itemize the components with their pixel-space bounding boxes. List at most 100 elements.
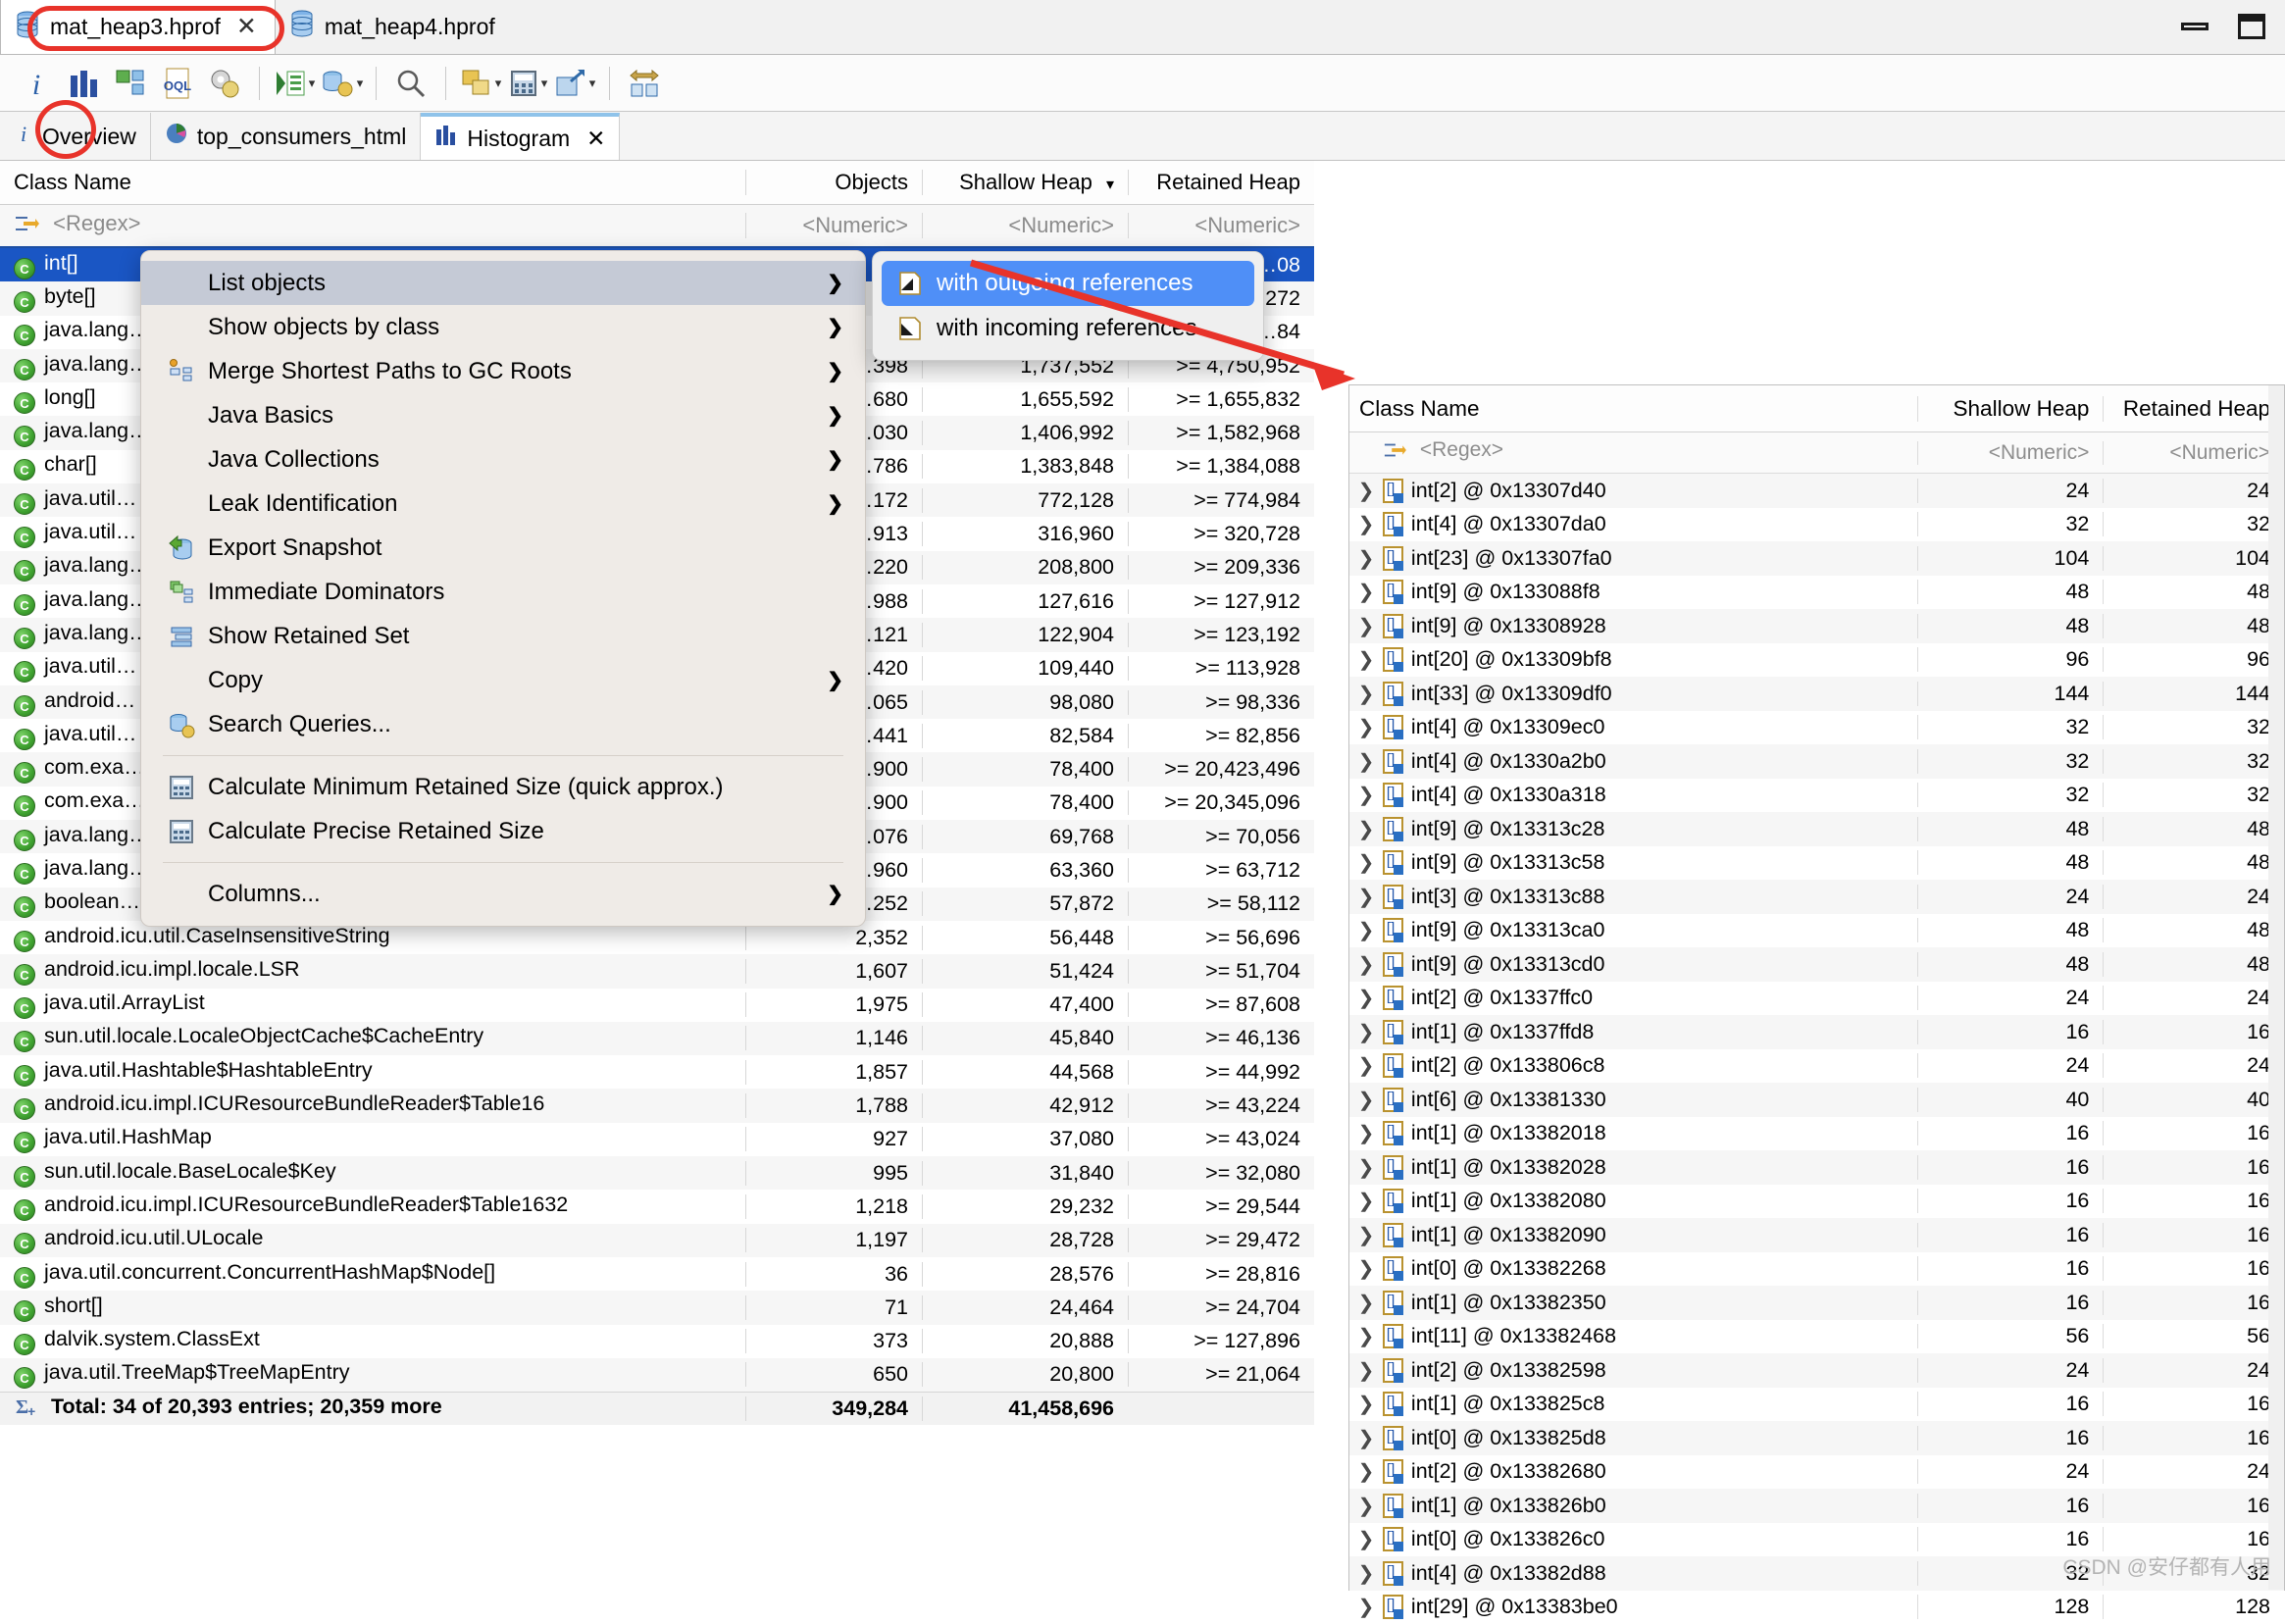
- histogram-button[interactable]: [61, 61, 106, 106]
- vertical-scrollbar[interactable]: [2268, 385, 2284, 1590]
- menu-item-search-queries[interactable]: Search Queries...: [141, 702, 865, 746]
- run-expert-system-button[interactable]: ▾: [272, 61, 317, 106]
- expand-chevron-icon[interactable]: ❯: [1349, 918, 1383, 942]
- table-row[interactable]: ❯[]int[4] @ 0x13309ec03232: [1349, 711, 2284, 745]
- chevron-down-icon[interactable]: ▾: [495, 76, 502, 91]
- oql-button[interactable]: OQL: [155, 61, 200, 106]
- table-row[interactable]: ❯[]int[23] @ 0x13307fa0104104: [1349, 541, 2284, 576]
- expand-chevron-icon[interactable]: ❯: [1349, 1527, 1383, 1551]
- chevron-down-icon[interactable]: ▾: [589, 76, 596, 91]
- minimize-icon[interactable]: [2181, 23, 2209, 30]
- heap-query-button[interactable]: ▾: [319, 61, 364, 106]
- table-row[interactable]: ❯[]int[1] @ 0x133826b01616: [1349, 1489, 2284, 1523]
- chevron-down-icon[interactable]: ▾: [357, 76, 364, 91]
- table-row[interactable]: ❯[]int[9] @ 0x13313ca04848: [1349, 914, 2284, 948]
- expand-chevron-icon[interactable]: ❯: [1349, 783, 1383, 807]
- column-header-shallow-heap[interactable]: Shallow Heap: [1917, 396, 2104, 422]
- find-object-button[interactable]: [388, 61, 433, 106]
- filter-objects[interactable]: <Numeric>: [745, 213, 922, 238]
- menu-item-list-objects[interactable]: List objects❯: [141, 261, 865, 305]
- expand-chevron-icon[interactable]: ❯: [1349, 1392, 1383, 1416]
- expand-chevron-icon[interactable]: ❯: [1349, 1155, 1383, 1180]
- table-row[interactable]: ❯[]int[4] @ 0x1330a2b03232: [1349, 744, 2284, 779]
- expand-chevron-icon[interactable]: ❯: [1349, 1426, 1383, 1450]
- table-row[interactable]: Cdalvik.system.ClassExt37320,888>= 127,8…: [0, 1325, 1314, 1358]
- table-row[interactable]: ❯[]int[9] @ 0x13313c584848: [1349, 846, 2284, 881]
- tab-top_consumers_html[interactable]: top_consumers_html: [151, 113, 422, 160]
- expand-chevron-icon[interactable]: ❯: [1349, 952, 1383, 977]
- menu-item-calculate-precise-retained-size[interactable]: Calculate Precise Retained Size: [141, 809, 865, 853]
- table-row[interactable]: ❯[]int[1] @ 0x133820901616: [1349, 1218, 2284, 1252]
- expand-chevron-icon[interactable]: ❯: [1349, 1358, 1383, 1383]
- menu-item-columns[interactable]: Columns...❯: [141, 872, 865, 916]
- table-row[interactable]: ❯[]int[1] @ 0x133820281616: [1349, 1150, 2284, 1185]
- expand-chevron-icon[interactable]: ❯: [1349, 1189, 1383, 1213]
- expand-chevron-icon[interactable]: ❯: [1349, 986, 1383, 1010]
- table-row[interactable]: ❯[]int[9] @ 0x13313cd04848: [1349, 947, 2284, 982]
- menu-item-export-snapshot[interactable]: Export Snapshot: [141, 526, 865, 570]
- chevron-down-icon[interactable]: ▾: [541, 76, 548, 91]
- table-row[interactable]: Cjava.util.ArrayList1,97547,400>= 87,608: [0, 989, 1314, 1022]
- table-row[interactable]: ❯[]int[2] @ 0x133826802424: [1349, 1455, 2284, 1490]
- menu-item-java-collections[interactable]: Java Collections❯: [141, 437, 865, 482]
- column-header-retained-heap[interactable]: Retained Heap: [2103, 396, 2284, 422]
- table-row[interactable]: ❯[]int[1] @ 0x133820181616: [1349, 1117, 2284, 1151]
- table-row[interactable]: ❯[]int[3] @ 0x13313c882424: [1349, 880, 2284, 914]
- editor-tab-mat_heap4[interactable]: mat_heap4.hprof: [276, 0, 513, 54]
- expand-chevron-icon[interactable]: ❯: [1349, 850, 1383, 875]
- chevron-down-icon[interactable]: ▾: [309, 76, 316, 91]
- expand-chevron-icon[interactable]: ❯: [1349, 749, 1383, 774]
- column-header-class-name[interactable]: Class Name: [0, 170, 745, 195]
- menu-item-show-retained-set[interactable]: Show Retained Set: [141, 614, 865, 658]
- filter-shallow-heap[interactable]: <Numeric>: [922, 213, 1128, 238]
- expand-chevron-icon[interactable]: ❯: [1349, 614, 1383, 638]
- editor-tab-mat_heap3[interactable]: mat_heap3.hprof ✕: [0, 0, 276, 54]
- filter-class-name[interactable]: <Regex>: [0, 211, 745, 241]
- filter-shallow-heap[interactable]: <Numeric>: [1917, 441, 2104, 465]
- expand-chevron-icon[interactable]: ❯: [1349, 1561, 1383, 1586]
- table-row[interactable]: ❯[]int[1] @ 0x133825c81616: [1349, 1388, 2284, 1422]
- expand-chevron-icon[interactable]: ❯: [1349, 1088, 1383, 1112]
- expand-chevron-icon[interactable]: ❯: [1349, 1595, 1383, 1619]
- table-row[interactable]: Csun.util.locale.LocaleObjectCache$Cache…: [0, 1022, 1314, 1055]
- leak-suspects-button[interactable]: [202, 61, 247, 106]
- menu-item-copy[interactable]: Copy❯: [141, 658, 865, 702]
- table-row[interactable]: ❯[]int[9] @ 0x13313c284848: [1349, 812, 2284, 846]
- table-row[interactable]: ❯[]int[4] @ 0x1330a3183232: [1349, 779, 2284, 813]
- expand-chevron-icon[interactable]: ❯: [1349, 1121, 1383, 1145]
- table-row[interactable]: ❯[]int[9] @ 0x133089284848: [1349, 609, 2284, 643]
- expand-chevron-icon[interactable]: ❯: [1349, 1256, 1383, 1281]
- table-row[interactable]: ❯[]int[2] @ 0x1337ffc02424: [1349, 982, 2284, 1016]
- table-row[interactable]: ❯[]int[29] @ 0x13383be0128128: [1349, 1591, 2284, 1624]
- menu-item-calculate-minimum-retained-size-quick-approx[interactable]: Calculate Minimum Retained Size (quick a…: [141, 765, 865, 809]
- menu-item-show-objects-by-class[interactable]: Show objects by class❯: [141, 305, 865, 349]
- filter-retained-heap[interactable]: <Numeric>: [1128, 213, 1314, 238]
- expand-chevron-icon[interactable]: ❯: [1349, 1223, 1383, 1247]
- export-button[interactable]: ▾: [552, 61, 597, 106]
- column-header-retained-heap[interactable]: Retained Heap: [1128, 170, 1314, 195]
- table-row[interactable]: ❯[]int[1] @ 0x133823501616: [1349, 1286, 2284, 1320]
- filter-retained-heap[interactable]: <Numeric>: [2103, 441, 2284, 465]
- expand-chevron-icon[interactable]: ❯: [1349, 817, 1383, 841]
- overview-info-button[interactable]: i: [14, 61, 59, 106]
- table-row[interactable]: Candroid.icu.impl.ICUResourceBundleReade…: [0, 1190, 1314, 1223]
- table-row[interactable]: ❯[]int[11] @ 0x133824685656: [1349, 1320, 2284, 1354]
- table-row[interactable]: Cjava.util.HashMap92737,080>= 43,024: [0, 1123, 1314, 1156]
- table-row[interactable]: ❯[]int[1] @ 0x133820801616: [1349, 1185, 2284, 1219]
- table-row[interactable]: Candroid.icu.impl.ICUResourceBundleReade…: [0, 1089, 1314, 1122]
- table-row[interactable]: ❯[]int[0] @ 0x133825d81616: [1349, 1421, 2284, 1455]
- column-header-objects[interactable]: Objects: [745, 170, 922, 195]
- menu-item-merge-shortest-paths-to-gc-roots[interactable]: Merge Shortest Paths to GC Roots❯: [141, 349, 865, 393]
- submenu-item-with-incoming-references[interactable]: with incoming references: [882, 306, 1254, 351]
- expand-chevron-icon[interactable]: ❯: [1349, 546, 1383, 571]
- filter-class-name[interactable]: <Regex>: [1349, 438, 1917, 467]
- menu-item-immediate-dominators[interactable]: Immediate Dominators: [141, 570, 865, 614]
- table-row[interactable]: Cjava.util.Hashtable$HashtableEntry1,857…: [0, 1055, 1314, 1089]
- tab-histogram[interactable]: Histogram ✕: [421, 113, 620, 160]
- menu-item-java-basics[interactable]: Java Basics❯: [141, 393, 865, 437]
- table-row[interactable]: ❯[]int[20] @ 0x13309bf89696: [1349, 643, 2284, 678]
- expand-chevron-icon[interactable]: ❯: [1349, 512, 1383, 536]
- table-row[interactable]: ❯[]int[2] @ 0x133825982424: [1349, 1353, 2284, 1388]
- group-by-button[interactable]: ▾: [458, 61, 503, 106]
- table-row[interactable]: ❯[]int[4] @ 0x13307da03232: [1349, 508, 2284, 542]
